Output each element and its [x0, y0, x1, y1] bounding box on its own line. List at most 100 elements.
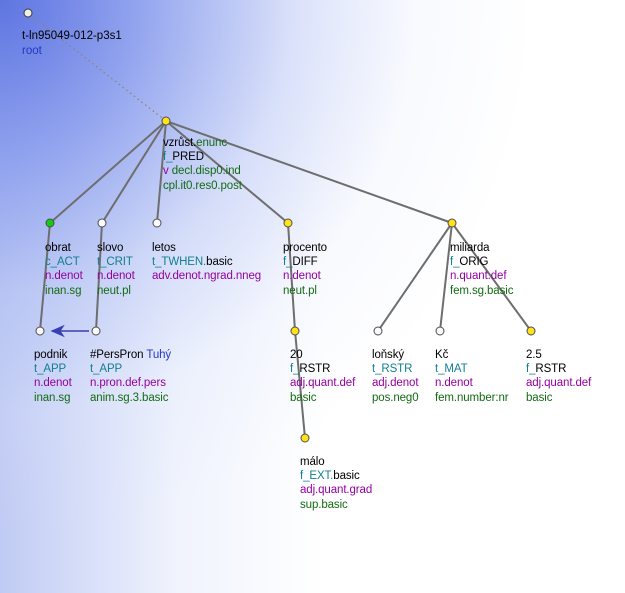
tree-node-25[interactable] [526, 326, 536, 336]
node-label-perspron[interactable]: #PersPron Tuhý t_APP n.pron.def.pers anim.s… [90, 348, 171, 405]
tree-node-vzrust[interactable] [161, 116, 171, 126]
label-part-word: procento [283, 242, 327, 254]
node-label-line: n.denot [283, 269, 327, 283]
label-part-feat: decl.disp0.ind [171, 165, 241, 178]
node-label-line: slovo [97, 241, 135, 255]
node-label-podnik[interactable]: podnik t_APP n.denot inan.sg [34, 348, 72, 405]
node-label-line: inan.sg [45, 284, 83, 298]
node-label-procento[interactable]: procento f_DIFF n.denot neut.pl [283, 241, 327, 298]
node-label-obrat[interactable]: obrat c_ACT n.denot inan.sg [45, 241, 83, 298]
tree-node-obrat[interactable] [45, 218, 55, 228]
label-part-gram: n.denot [97, 270, 135, 283]
node-label-kc[interactable]: Kč t_MAT n.denot fem.number:nr [435, 348, 509, 405]
node-label-miliarda[interactable]: miliarda f_ORIG n.quant.def fem.sg.basic [450, 241, 513, 298]
label-part-gram: adj.quant.def [526, 377, 592, 390]
label-part-gram: n.quant.def [450, 270, 507, 283]
label-part-functor_suffix: RSTR [299, 363, 331, 376]
label-part-feat: pos.neg0 [372, 391, 419, 404]
label-part-feat: inan.sg [45, 284, 82, 297]
node-label-line: n.denot [435, 376, 508, 390]
label-part-word: podnik [34, 349, 68, 361]
tree-node-miliarda[interactable] [447, 218, 457, 228]
label-part-functor: f_ [290, 363, 300, 376]
node-label-line: n.pron.def.pers [90, 376, 171, 390]
label-part-functor_suffix: DIFF [292, 256, 318, 269]
node-label-line: n.quant.def [450, 269, 513, 283]
label-part-gram: v [163, 165, 172, 178]
label-part-gram: adj.quant.def [290, 377, 356, 390]
node-label-line: basic [526, 391, 591, 405]
node-label-line: 20 [290, 348, 355, 362]
label-part-functor: f_EXT. [300, 470, 334, 483]
label-part-functor: t_APP [90, 363, 123, 376]
label-part-functor_suffix: ORIG [459, 256, 489, 269]
label-part-feat: fem.sg.basic [450, 284, 514, 297]
node-label-letos[interactable]: letos t_TWHEN.basic adv.denot.ngrad.nneg [152, 241, 261, 284]
node-label-line: adv.denot.ngrad.nneg [152, 269, 261, 283]
label-part-feat: enunc [196, 137, 228, 149]
label-part-functor: f_ [526, 363, 536, 376]
node-label-line: f_EXT.basic [300, 469, 372, 483]
label-part-functor_suffix: basic [333, 470, 360, 483]
node-label-25[interactable]: 2.5 f_RSTR adj.quant.def basic [526, 348, 591, 405]
node-root[interactable] [23, 8, 33, 18]
node-label-line: fem.number:nr [435, 391, 509, 405]
node-label-line: procento [283, 241, 327, 255]
label-part-gram: n.denot [283, 270, 321, 283]
label-part-word: vzrůst. [163, 137, 197, 149]
edge-vzrust-to-slovo [101, 120, 167, 224]
tree-node-20[interactable] [290, 326, 300, 336]
tree-node-perspron[interactable] [91, 326, 101, 336]
tree-node-lonsky[interactable] [373, 326, 383, 336]
tree-node-letos[interactable] [152, 218, 162, 228]
node-label-line: f_RSTR [526, 362, 591, 376]
node-label-line: anim.sg.3.basic [90, 391, 171, 405]
label-part-gram: n.denot [45, 270, 83, 283]
label-part-word: obrat [45, 242, 71, 254]
node-label-line: f_PRED [163, 150, 242, 164]
tree-canvas: t-ln95049-012-p3s1 root vzrůst.enunc f_PR… [0, 0, 625, 593]
root-role-line: root [22, 45, 42, 57]
node-label-line: adj.quant.def [290, 376, 355, 390]
root-label: t-ln95049-012-p3s1 root [22, 29, 122, 59]
label-part-functor: f_ [283, 256, 293, 269]
node-label-line: t_TWHEN.basic [152, 255, 261, 269]
label-part-functor: t_MAT [435, 363, 468, 376]
node-label-slovo[interactable]: slovo t_CRIT n.denot neut.pl [97, 241, 135, 298]
edge-vzrust-to-obrat [49, 120, 167, 224]
label-part-feat: anim.sg.3.basic [90, 391, 169, 404]
label-part-feat: neut.pl [97, 284, 131, 297]
node-label-line: Kč [435, 348, 508, 362]
label-part-functor: t_TWHEN. [152, 256, 207, 269]
node-label-malo[interactable]: málo f_EXT.basic adj.quant.grad sup.basic [300, 455, 372, 512]
node-label-line: letos [152, 241, 261, 255]
node-label-line: fem.sg.basic [450, 284, 513, 298]
label-part-gram: adv.denot.ngrad.nneg [152, 270, 262, 283]
label-part-gram: n.denot [435, 377, 473, 390]
tree-node-procento[interactable] [283, 218, 293, 228]
tree-node-podnik[interactable] [35, 326, 45, 336]
node-label-line: c_ACT [45, 255, 83, 269]
node-label-lonsky[interactable]: loňský t_RSTR adj.denot pos.neg0 [372, 348, 419, 405]
node-label-line: cpl.it0.res0.post [163, 179, 242, 193]
node-label-line: t_APP [90, 362, 171, 376]
node-label-line: t_CRIT [97, 255, 135, 269]
node-label-line: pos.neg0 [372, 391, 419, 405]
node-label-line: n.denot [34, 376, 72, 390]
node-label-line: inan.sg [34, 391, 72, 405]
tree-node-malo[interactable] [300, 433, 310, 443]
tree-node-slovo[interactable] [97, 218, 107, 228]
tree-node-kc[interactable] [435, 326, 445, 336]
node-label-line: miliarda [450, 241, 513, 255]
node-label-line: f_DIFF [283, 255, 327, 269]
node-label-vzrust[interactable]: vzrůst.enunc f_PRED v decl.disp0.ind cpl.it… [163, 136, 242, 193]
label-part-feat: sup.basic [300, 498, 348, 511]
node-label-line: t_APP [34, 362, 72, 376]
label-part-functor_suffix: RSTR [535, 363, 567, 376]
label-part-functor: t_CRIT [97, 256, 133, 269]
node-label-line: podnik [34, 348, 72, 362]
label-part-word: Kč [435, 349, 449, 361]
node-label-20[interactable]: 20 f_RSTR adj.quant.def basic [290, 348, 355, 405]
label-part-gram: adj.denot [372, 377, 419, 390]
label-part-feat: inan.sg [34, 391, 71, 404]
